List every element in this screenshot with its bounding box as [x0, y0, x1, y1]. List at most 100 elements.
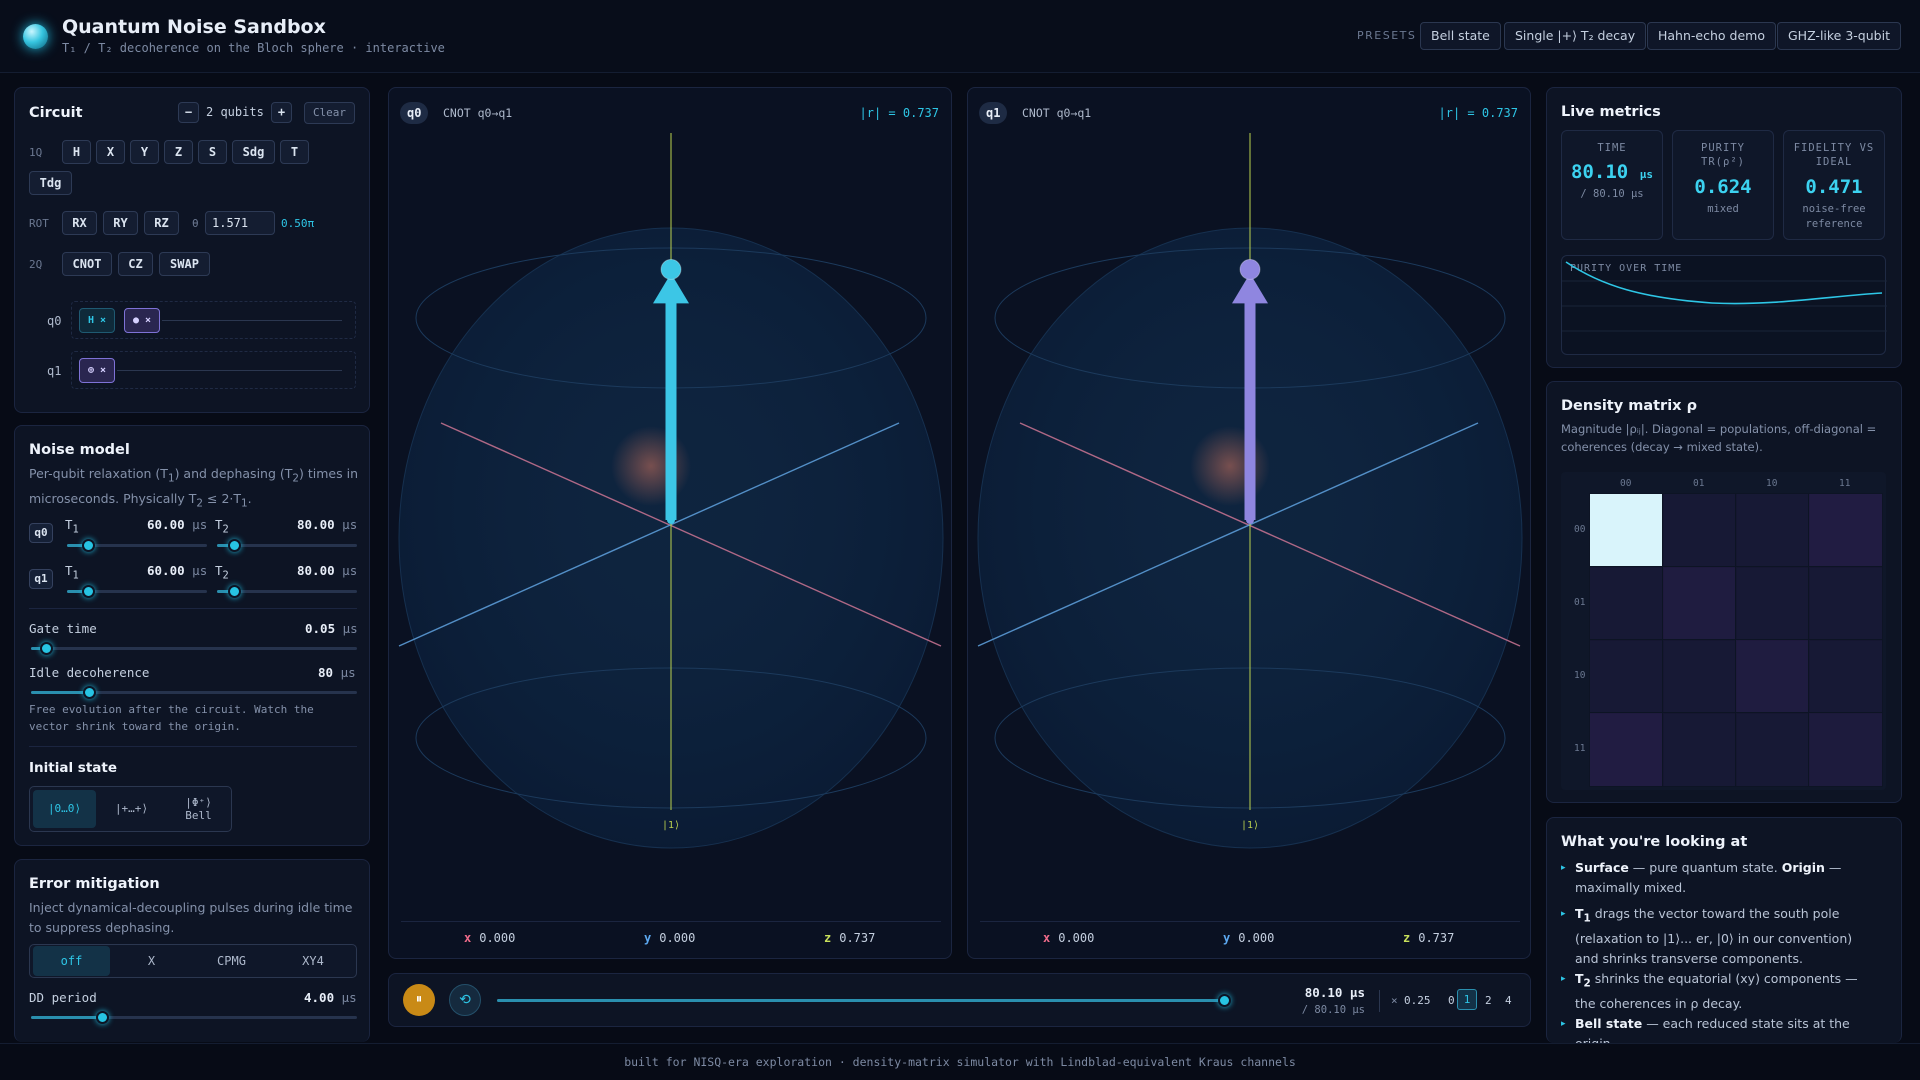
- gate-tdg-button[interactable]: Tdg: [29, 171, 72, 195]
- divider: [980, 921, 1520, 922]
- gate-t-button[interactable]: T: [280, 140, 309, 164]
- slider-thumb[interactable]: [95, 1011, 109, 1024]
- slider-thumb[interactable]: [82, 539, 96, 552]
- preset-hahn-echo[interactable]: Hahn-echo demo: [1647, 22, 1776, 50]
- reset-button[interactable]: ⟲: [449, 984, 481, 1016]
- bloch-gate-label: CNOT q0→q1: [1022, 106, 1092, 120]
- metric-value: 80.10 µs: [1571, 161, 1653, 183]
- dd-option-x[interactable]: X: [113, 946, 190, 976]
- gate-z-button[interactable]: Z: [164, 140, 193, 164]
- dd-period-slider[interactable]: [31, 1011, 357, 1024]
- dm-col-label: 01: [1693, 478, 1705, 489]
- idle-slider[interactable]: [31, 686, 357, 699]
- density-matrix-grid: 00 00 01 01 10 10 11 11: [1561, 472, 1886, 790]
- q1-t2-slider[interactable]: [217, 585, 357, 598]
- timeline-slider[interactable]: [497, 994, 1231, 1007]
- q0-t1-value: 60.00 µs: [147, 517, 208, 532]
- wire-line: [117, 370, 342, 371]
- metric-sub: mixed: [1707, 203, 1739, 215]
- circuit-gate-h[interactable]: H ×: [79, 308, 115, 333]
- preset-bell-state[interactable]: Bell state: [1420, 22, 1501, 50]
- init-option-zero[interactable]: |0…0⟩: [33, 790, 96, 828]
- presets-label: PRESETS: [1357, 29, 1417, 42]
- bloch-panel-q1[interactable]: |1⟩ q1 CNOT q0→q1 |r| = 0.737 x 0.000 y 0.…: [967, 87, 1531, 959]
- dd-period-label: DD period: [29, 990, 97, 1005]
- dm-row-label: 01: [1574, 597, 1586, 608]
- slider-thumb[interactable]: [40, 642, 54, 655]
- init-option-bell[interactable]: |Φ⁺⟩ Bell: [167, 790, 230, 828]
- coord-x: x 0.000: [464, 931, 516, 945]
- t1-label: T1: [65, 517, 79, 536]
- origin-glow: [1190, 426, 1270, 506]
- dd-option-cpmg[interactable]: CPMG: [193, 946, 270, 976]
- vector-tip: [1239, 258, 1261, 280]
- remove-qubit-button[interactable]: −: [178, 102, 199, 123]
- explain-item: Bell state — each reduced state sits at …: [1561, 1014, 1871, 1043]
- dm-col-label: 11: [1839, 478, 1851, 489]
- dm-cell: [1735, 639, 1810, 714]
- gate-ry-button[interactable]: RY: [103, 211, 138, 235]
- dm-cell: [1589, 639, 1664, 714]
- q0-t1-slider[interactable]: [67, 539, 207, 552]
- gate-rx-button[interactable]: RX: [62, 211, 97, 235]
- dm-cell: [1735, 712, 1810, 787]
- t2-label: T2: [215, 517, 229, 536]
- gate-sdg-button[interactable]: Sdg: [232, 140, 275, 164]
- add-qubit-button[interactable]: +: [271, 102, 292, 123]
- slider-thumb[interactable]: [82, 585, 96, 598]
- init-option-plus[interactable]: |+…+⟩: [100, 790, 163, 828]
- dd-option-off[interactable]: off: [33, 946, 110, 976]
- speed-4[interactable]: 4: [1505, 994, 1512, 1007]
- theta-label: θ: [192, 217, 199, 230]
- speed-2[interactable]: 2: [1485, 994, 1492, 1007]
- playback-total: / 80.10 µs: [1301, 1004, 1365, 1016]
- bloch-sphere-q0[interactable]: |1⟩: [389, 88, 952, 908]
- gate-rz-button[interactable]: RZ: [144, 211, 179, 235]
- divider: [29, 746, 357, 747]
- gate-s-button[interactable]: S: [198, 140, 227, 164]
- gate-cnot-button[interactable]: CNOT: [62, 252, 112, 276]
- gate-h-button[interactable]: H: [62, 140, 91, 164]
- bloch-sphere-q1[interactable]: |1⟩: [968, 88, 1531, 908]
- dm-row-label: 00: [1574, 524, 1586, 535]
- wire-q1[interactable]: ⊕ ×: [71, 351, 356, 389]
- gate-time-slider[interactable]: [31, 642, 357, 655]
- gate-swap-button[interactable]: SWAP: [159, 252, 210, 276]
- gate-y-button[interactable]: Y: [130, 140, 159, 164]
- bloch-qubit-tag: q1: [979, 102, 1008, 124]
- gate-x-button[interactable]: X: [96, 140, 125, 164]
- initial-state-title: Initial state: [29, 760, 117, 776]
- noise-title: Noise model: [29, 442, 130, 458]
- preset-single-plus[interactable]: Single |+⟩ T₂ decay: [1504, 22, 1647, 50]
- qubit-badge-q1: q1: [29, 569, 53, 589]
- slider-thumb[interactable]: [82, 686, 96, 699]
- theta-input[interactable]: 1.571: [205, 211, 275, 235]
- wire-label-q0: q0: [47, 314, 62, 328]
- slider-thumb[interactable]: [228, 539, 242, 552]
- density-title: Density matrix ρ: [1561, 398, 1697, 414]
- app-title: Quantum Noise Sandbox: [62, 16, 326, 38]
- pause-button[interactable]: ⏸: [403, 984, 435, 1016]
- slider-thumb[interactable]: [1218, 994, 1231, 1007]
- metric-card-fidelity: FIDELITY VS IDEAL 0.471 noise-free refer…: [1783, 130, 1885, 240]
- coord-z: z 0.737: [824, 931, 876, 945]
- slider-thumb[interactable]: [228, 585, 242, 598]
- mitigation-panel: Error mitigation Inject dynamical-decoup…: [14, 859, 370, 1042]
- wire-q0[interactable]: H × ● ×: [71, 301, 356, 339]
- bell-ket: |Φ⁺⟩: [185, 796, 212, 809]
- dd-option-xy4[interactable]: XY4: [273, 946, 353, 976]
- speed-0-25[interactable]: 0.25: [1404, 994, 1431, 1007]
- bloch-radius: |r| = 0.737: [1438, 106, 1518, 120]
- preset-ghz[interactable]: GHZ-like 3-qubit: [1777, 22, 1901, 50]
- q0-t2-slider[interactable]: [217, 539, 357, 552]
- gate-cz-button[interactable]: CZ: [118, 252, 153, 276]
- bloch-panel-q0[interactable]: |1⟩ q0 CNOT q0→q1 |r| = 0.737 x 0.000 y 0.…: [388, 87, 952, 959]
- circuit-gate-cnot-target[interactable]: ⊕ ×: [79, 358, 115, 383]
- q0-t2-value: 80.00 µs: [297, 517, 358, 532]
- speed-1[interactable]: 1: [1457, 989, 1477, 1010]
- purity-chart: PURITY OVER TIME: [1561, 255, 1887, 355]
- circuit-gate-cnot-control[interactable]: ● ×: [124, 308, 160, 333]
- clear-button[interactable]: Clear: [304, 102, 355, 124]
- q1-t1-slider[interactable]: [67, 585, 207, 598]
- dm-cell: [1735, 566, 1810, 641]
